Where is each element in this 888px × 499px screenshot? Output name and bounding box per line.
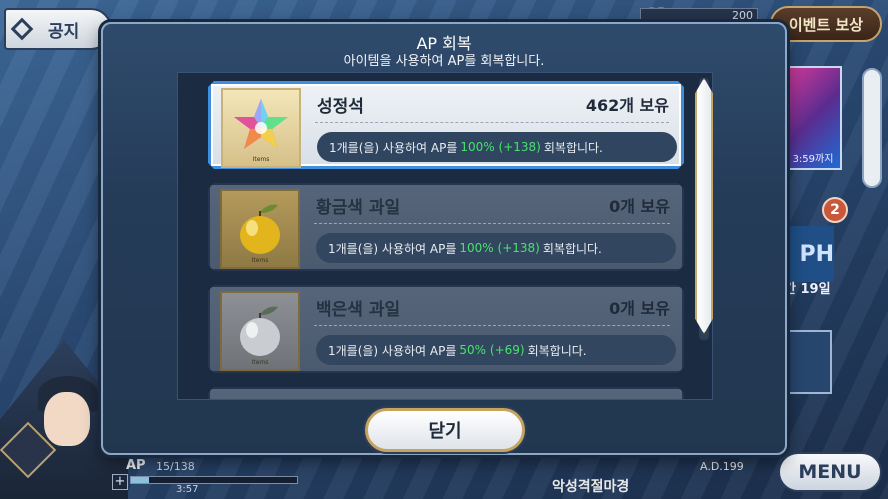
close-button[interactable]: 닫기 [365, 408, 525, 452]
recovery-item-list[interactable]: Items 성정석 462개 보유 1개를(을) 사용하여 AP를 100% (… [177, 72, 713, 400]
ap-bar [130, 476, 298, 484]
desc-prefix: 1개를(을) 사용하여 AP를 [328, 241, 457, 256]
desc-percent: 50% (+69) [459, 343, 525, 357]
saint-quartz-icon: Items [221, 88, 301, 168]
event-banner-time: 3:59까지 [792, 154, 834, 165]
friend-point-button[interactable] [784, 330, 832, 394]
silver-apple-icon: Items [220, 291, 300, 371]
ap-value: 15/138 [156, 460, 195, 473]
notification-badge: 2 [822, 197, 848, 223]
ap-timer: 3:57 [176, 484, 199, 495]
ap-label: AP [126, 458, 146, 473]
ap-recovery-dialog: AP 회복 아이템을 사용하여 AP를 회복합니다. Items 성정석 462… [101, 22, 787, 455]
icon-tag: Items [252, 156, 270, 163]
list-item-golden-apple[interactable]: Items 황금색 과일 0개 보유 1개를(을) 사용하여 AP를 100% … [208, 183, 684, 271]
quest-title: 악성격절마경 [552, 479, 630, 495]
notice-diamond-icon [10, 17, 34, 41]
desc-prefix: 1개를(을) 사용하여 AP를 [329, 140, 458, 155]
list-item-partial[interactable] [208, 387, 684, 400]
item-count: 0개 보유 [609, 299, 670, 318]
dialog-subtitle: 아이템을 사용하여 AP를 회복합니다. [343, 54, 545, 69]
desc-suffix: 회복합니다. [542, 241, 602, 256]
icon-tag: Items [251, 359, 269, 366]
ap-bar-fill [131, 477, 150, 483]
ap-plus-icon[interactable]: + [112, 474, 128, 490]
desc-suffix: 회복합니다. [527, 343, 587, 358]
desc-prefix: 1개를(을) 사용하여 AP를 [328, 343, 457, 358]
item-name: 황금색 과일 [316, 198, 401, 218]
desc-percent: 100% (+138) [460, 140, 541, 154]
menu-button[interactable]: MENU [778, 452, 882, 492]
master-face [44, 392, 90, 446]
list-item-silver-apple[interactable]: Items 백은색 과일 0개 보유 1개를(을) 사용하여 AP를 50% (… [208, 285, 684, 373]
item-description: 1개를(을) 사용하여 AP를 100% (+138) 회복합니다. [316, 233, 676, 263]
item-description: 1개를(을) 사용하여 AP를 100% (+138) 회복합니다. [317, 132, 677, 162]
golden-apple-icon: Items [220, 189, 300, 269]
item-divider [314, 325, 670, 326]
scrollbar-thumb[interactable] [695, 78, 713, 334]
notice-label: 공지 [48, 21, 80, 42]
item-divider [314, 223, 670, 224]
ap-status: + AP 15/138 3:57 [112, 456, 322, 496]
notice-button[interactable]: 공지 [4, 8, 112, 50]
desc-suffix: 회복합니다. [543, 140, 603, 155]
item-name: 성정석 [317, 97, 364, 117]
banner-scrollbar[interactable] [862, 68, 882, 188]
desc-percent: 100% (+138) [459, 241, 540, 255]
item-divider [315, 122, 669, 123]
list-scrollbar[interactable] [695, 78, 713, 340]
quest-date: A.D.199 [700, 460, 744, 473]
icon-tag: Items [251, 257, 269, 264]
item-name: 백은색 과일 [316, 300, 401, 320]
campaign-banner-sub: 간 19일 [784, 282, 831, 297]
item-count: 462개 보유 [585, 96, 669, 115]
item-description: 1개를(을) 사용하여 AP를 50% (+69) 회복합니다. [316, 335, 676, 365]
list-item-saint-quartz[interactable]: Items 성정석 462개 보유 1개를(을) 사용하여 AP를 100% (… [208, 81, 684, 169]
item-count: 0개 보유 [609, 197, 670, 216]
